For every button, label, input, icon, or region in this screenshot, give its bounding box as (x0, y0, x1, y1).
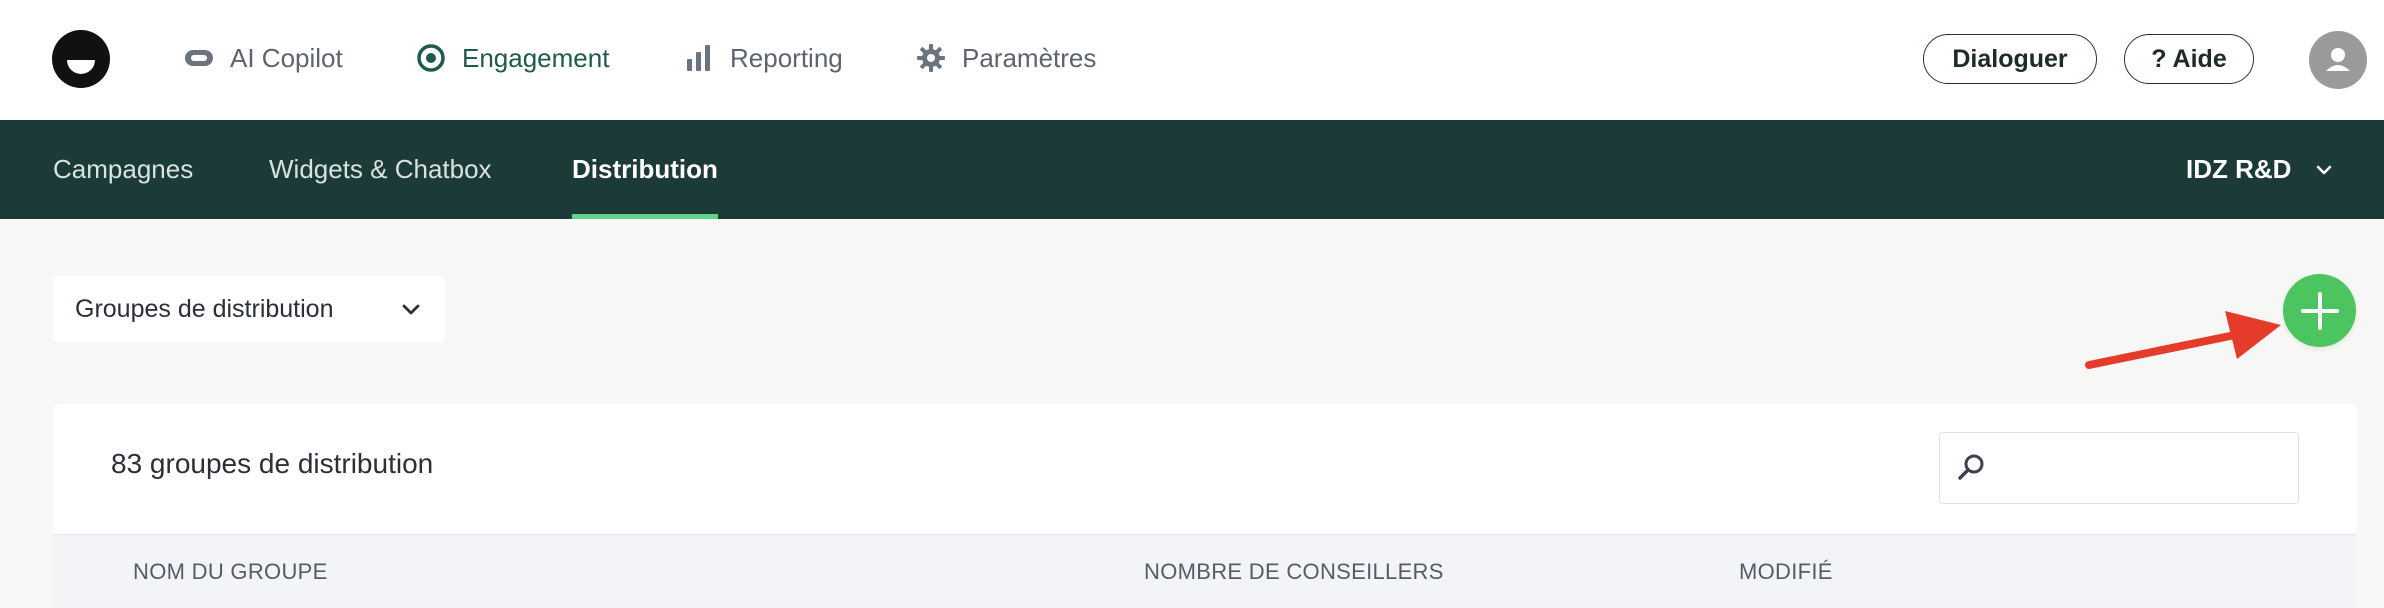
tab-widgets-chatbox[interactable]: Widgets & Chatbox (269, 120, 492, 219)
nav-parametres-label: Paramètres (962, 42, 1097, 73)
gear-icon (914, 41, 948, 75)
column-header-advisor-count[interactable]: NOMBRE DE CONSEILLERS (1144, 559, 1444, 585)
nav-ai-copilot-label: AI Copilot (230, 42, 343, 73)
view-selector-label: Groupes de distribution (75, 294, 334, 323)
tab-distribution[interactable]: Distribution (572, 120, 718, 219)
organization-label: IDZ R&D (2186, 154, 2292, 184)
chevron-down-icon (2313, 159, 2335, 181)
tab-campagnes[interactable]: Campagnes (53, 120, 193, 219)
column-header-group-name[interactable]: NOM DU GROUPE (133, 559, 328, 585)
nav-reporting[interactable]: Reporting (682, 36, 843, 80)
annotation-arrow-icon (2085, 311, 2281, 369)
column-header-modified[interactable]: MODIFIÉ (1739, 559, 1833, 585)
distribution-groups-card: 83 groupes de distribution NOM DU GROUPE… (53, 404, 2357, 608)
add-group-button[interactable] (2283, 274, 2356, 347)
copilot-icon (182, 41, 216, 75)
plus-icon (2300, 291, 2339, 330)
bar-chart-icon (682, 41, 716, 75)
top-bar: AI Copilot Engagement Reporting Paramètr… (0, 0, 2384, 120)
view-selector-dropdown[interactable]: Groupes de distribution (53, 276, 445, 342)
nav-engagement-label: Engagement (462, 42, 610, 73)
avatar[interactable] (2309, 31, 2367, 89)
nav-ai-copilot[interactable]: AI Copilot (182, 36, 343, 80)
search-input[interactable] (1939, 432, 2299, 504)
card-title: 83 groupes de distribution (111, 448, 434, 479)
target-icon (414, 41, 448, 75)
search-icon (1954, 451, 1988, 485)
chevron-down-icon (399, 298, 423, 322)
user-icon (2326, 48, 2350, 71)
logo-icon[interactable] (52, 30, 110, 88)
help-button[interactable]: ? Aide (2124, 34, 2254, 84)
nav-engagement[interactable]: Engagement (414, 36, 609, 80)
nav-reporting-label: Reporting (730, 42, 843, 73)
organization-selector[interactable]: IDZ R&D (2186, 120, 2335, 219)
dialoguer-button[interactable]: Dialoguer (1923, 34, 2097, 84)
nav-parametres[interactable]: Paramètres (914, 36, 1096, 80)
table-header: NOM DU GROUPE NOMBRE DE CONSEILLERS MODI… (53, 534, 2357, 608)
sub-navigation: Campagnes Widgets & Chatbox Distribution… (0, 120, 2384, 219)
